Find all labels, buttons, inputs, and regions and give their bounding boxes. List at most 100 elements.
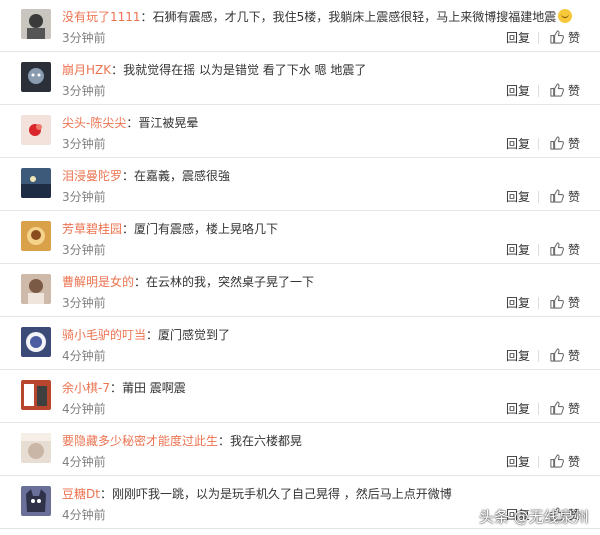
comment-line: 余小棋-7：莆田 震啊震 [62, 379, 582, 397]
avatar[interactable] [21, 168, 51, 198]
separator: ： [111, 63, 124, 77]
comment-text: 厦门有震感，楼上晃咯几下 [134, 222, 279, 236]
comment-line: 曹解明是女的：在云林的我，突然桌子晃了一下 [62, 273, 582, 291]
separator: ： [122, 222, 135, 236]
comment-text: 莆田 震啊震 [121, 381, 186, 395]
reply-button[interactable]: 回复 [506, 454, 530, 470]
separator: ： [99, 487, 112, 501]
comment-line: 没有玩了1111：石狮有震感，才几下，我住5楼，我躺床上震感很轻，马上来微博搜福… [62, 8, 582, 26]
username-link[interactable]: 余小棋-7 [62, 381, 110, 395]
reply-button[interactable]: 回复 [506, 401, 530, 417]
thumbs-up-icon [549, 29, 564, 48]
separator: ： [140, 10, 153, 24]
separator: ： [146, 328, 159, 342]
like-label: 赞 [568, 402, 581, 416]
thumbs-up-icon [549, 453, 564, 472]
avatar[interactable] [21, 62, 51, 92]
action-divider [538, 191, 539, 203]
timestamp: 4分钟前 [62, 508, 106, 522]
comment-line: 崩月HZK：我就觉得在摇 以为是错觉 看了下水 嗯 地震了 [62, 61, 582, 79]
reply-button[interactable]: 回复 [506, 348, 530, 364]
comment-list: 没有玩了1111：石狮有震感，才几下，我住5楼，我躺床上震感很轻，马上来微博搜福… [0, 0, 600, 535]
avatar[interactable] [21, 115, 51, 145]
timestamp: 3分钟前 [62, 243, 106, 257]
thumbs-up-icon [549, 135, 564, 154]
action-divider [538, 403, 539, 415]
username-link[interactable]: 豆糖Dt [62, 487, 100, 501]
comment-text: 厦门感觉到了 [158, 328, 231, 342]
comment-text: 在云林的我，突然桌子晃了一下 [146, 275, 315, 289]
thumbs-up-icon [549, 82, 564, 101]
thumbs-up-icon [549, 294, 564, 313]
separator: ： [109, 381, 122, 395]
comment-item: 尖头-陈尖尖：晋江被晃晕 3分钟前 回复 赞 [0, 106, 600, 158]
avatar[interactable] [21, 486, 51, 516]
timestamp: 3分钟前 [62, 84, 106, 98]
like-label: 赞 [568, 84, 581, 98]
separator: ： [126, 116, 139, 130]
avatar[interactable] [21, 274, 51, 304]
comment-item: 曹解明是女的：在云林的我，突然桌子晃了一下 3分钟前 回复 赞 [0, 265, 600, 317]
reply-button[interactable]: 回复 [506, 30, 530, 46]
like-label: 赞 [568, 455, 581, 469]
username-link[interactable]: 尖头-陈尖尖 [62, 116, 126, 130]
username-link[interactable]: 泪浸曼陀罗 [62, 169, 122, 183]
action-divider [538, 85, 539, 97]
username-link[interactable]: 要隐藏多少秘密才能度过此生 [62, 434, 218, 448]
action-divider [538, 456, 539, 468]
thumbs-up-icon [549, 241, 564, 260]
avatar[interactable] [21, 327, 51, 357]
avatar[interactable] [21, 380, 51, 410]
separator: ： [218, 434, 231, 448]
timestamp: 3分钟前 [62, 137, 106, 151]
like-button[interactable]: 赞 [549, 135, 580, 153]
username-link[interactable]: 骑小毛驴的叮当 [62, 328, 146, 342]
comment-line: 泪浸曼陀罗：在嘉義，震感很強 [62, 167, 582, 185]
like-button[interactable]: 赞 [549, 241, 580, 259]
username-link[interactable]: 芳草碧桂园 [62, 222, 122, 236]
comment-line: 芳草碧桂园：厦门有震感，楼上晃咯几下 [62, 220, 582, 238]
timestamp: 3分钟前 [62, 296, 106, 310]
comment-text: 在嘉義，震感很強 [134, 169, 231, 183]
comment-text: 刚刚吓我一跳，以为是玩手机久了自己晃得 ，然后马上点开微博 [111, 487, 452, 501]
like-button[interactable]: 赞 [549, 188, 580, 206]
separator: ： [122, 169, 135, 183]
like-label: 赞 [568, 243, 581, 257]
reply-button[interactable]: 回复 [506, 136, 530, 152]
like-label: 赞 [568, 137, 581, 151]
reply-button[interactable]: 回复 [506, 242, 530, 258]
like-button[interactable]: 赞 [549, 347, 580, 365]
avatar[interactable] [21, 433, 51, 463]
username-link[interactable]: 没有玩了1111 [62, 10, 141, 24]
timestamp: 4分钟前 [62, 402, 106, 416]
reply-button[interactable]: 回复 [506, 189, 530, 205]
like-button[interactable]: 赞 [549, 294, 580, 312]
comment-text: 石狮有震感，才几下，我住5楼，我躺床上震感很轻，马上来微博搜福建地震 [152, 10, 557, 24]
thumbs-up-icon [549, 188, 564, 207]
action-divider [538, 244, 539, 256]
reply-button[interactable]: 回复 [506, 83, 530, 99]
avatar[interactable] [21, 221, 51, 251]
username-link[interactable]: 曹解明是女的 [62, 275, 134, 289]
action-divider [538, 297, 539, 309]
comment-line: 骑小毛驴的叮当：厦门感觉到了 [62, 326, 582, 344]
comment-item: 骑小毛驴的叮当：厦门感觉到了 4分钟前 回复 赞 [0, 318, 600, 370]
thumbs-up-icon [549, 400, 564, 419]
separator: ： [134, 275, 147, 289]
avatar[interactable] [21, 9, 51, 39]
like-button[interactable]: 赞 [549, 29, 580, 47]
like-button[interactable]: 赞 [549, 453, 580, 471]
reply-button[interactable]: 回复 [506, 295, 530, 311]
action-divider [538, 138, 539, 150]
like-button[interactable]: 赞 [549, 400, 580, 418]
like-button[interactable]: 赞 [549, 82, 580, 100]
action-divider [538, 32, 539, 44]
comment-item: 崩月HZK：我就觉得在摇 以为是错觉 看了下水 嗯 地震了 3分钟前 回复 赞 [0, 53, 600, 105]
timestamp: 3分钟前 [62, 190, 106, 204]
laughing-emoji-icon [558, 9, 573, 23]
timestamp: 3分钟前 [62, 31, 106, 45]
like-label: 赞 [568, 31, 581, 45]
watermark: 头条 @无线泉州 [479, 508, 589, 526]
like-label: 赞 [568, 296, 581, 310]
username-link[interactable]: 崩月HZK [62, 63, 111, 77]
